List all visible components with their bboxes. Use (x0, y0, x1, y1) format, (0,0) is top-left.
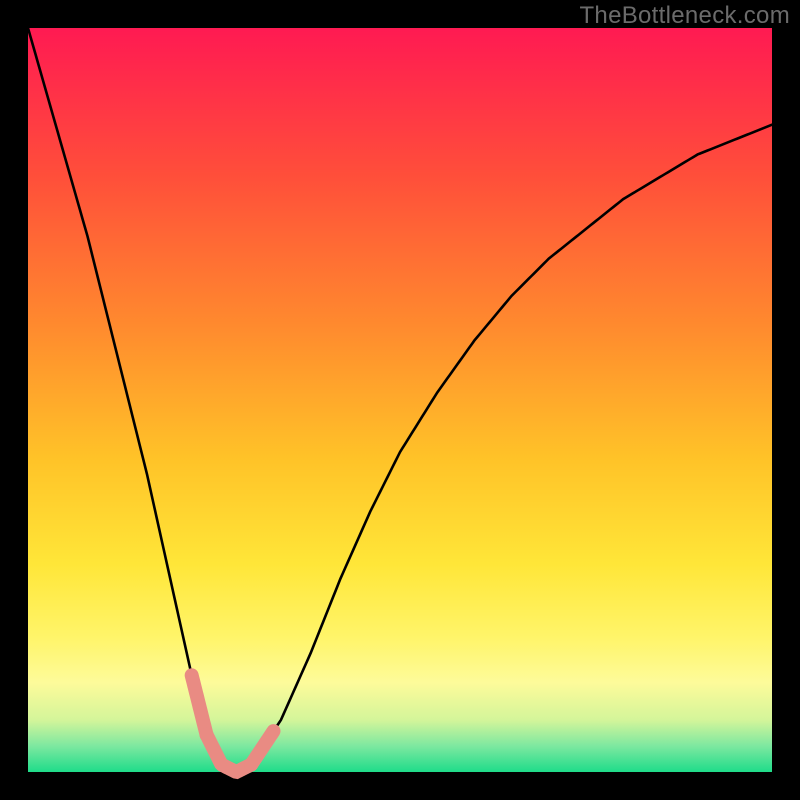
watermark-text: TheBottleneck.com (579, 2, 790, 30)
plot-background (28, 28, 772, 772)
chart-frame: TheBottleneck.com (0, 0, 800, 800)
bottleneck-chart (0, 0, 800, 800)
